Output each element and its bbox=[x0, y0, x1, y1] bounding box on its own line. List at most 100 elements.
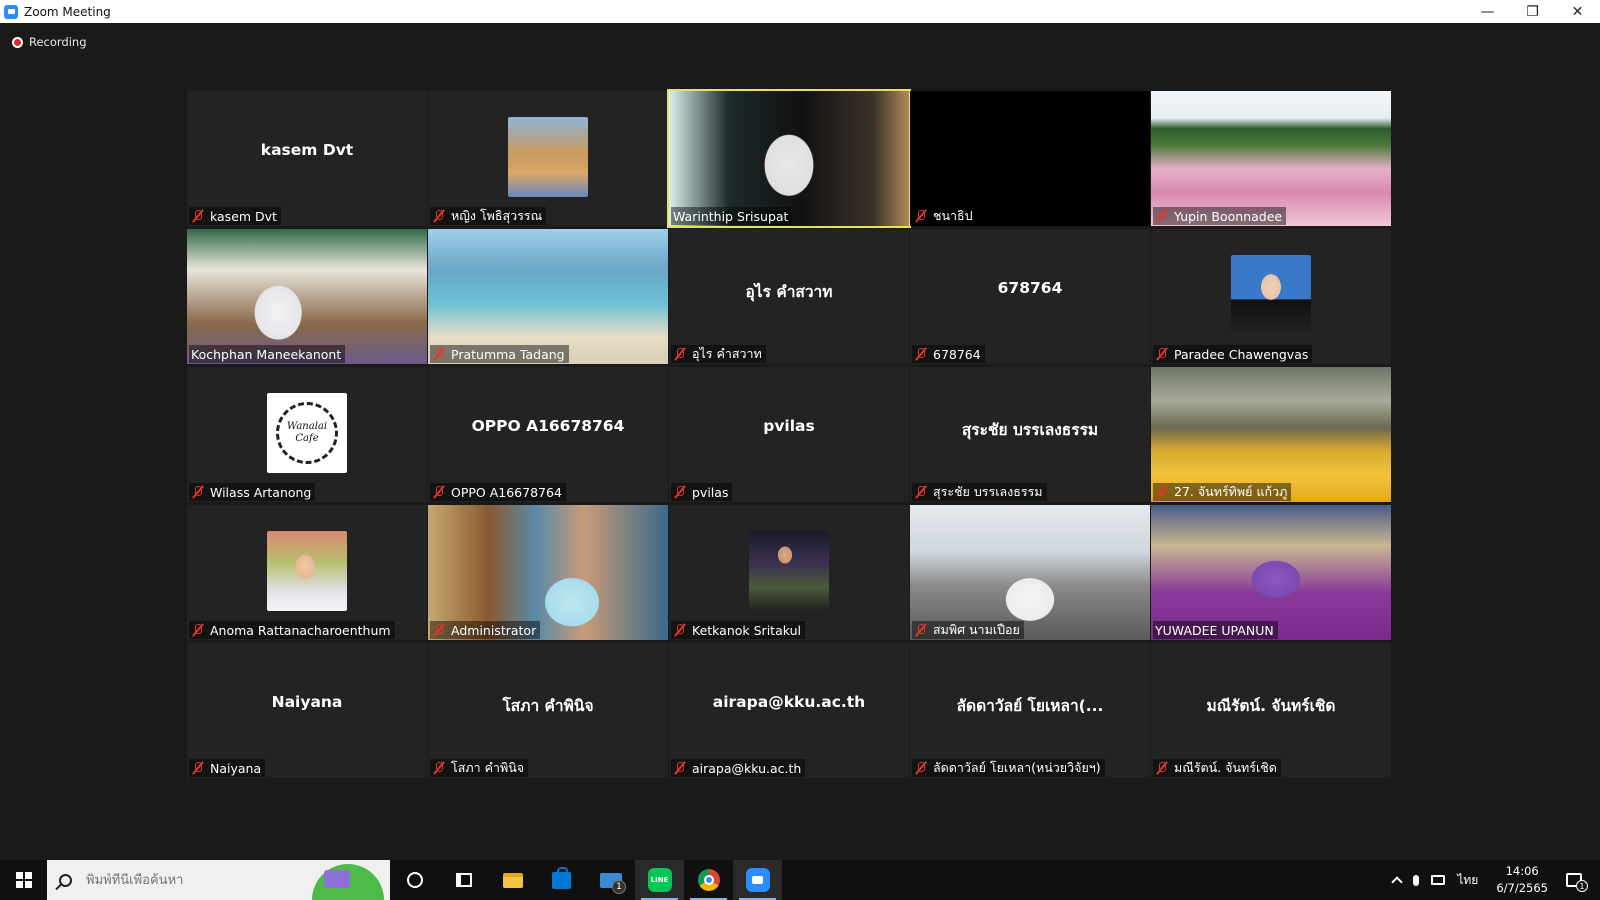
participant-tile[interactable]: โสภา คำพินิจ โสภา คำพินิจ bbox=[428, 643, 668, 778]
participant-name-tag: Administrator bbox=[430, 621, 541, 639]
participant-name-tag: Anoma Rattanacharoenthum bbox=[189, 621, 395, 639]
restore-button[interactable]: ❐ bbox=[1510, 0, 1555, 23]
participant-name: ชนาธิป bbox=[933, 208, 973, 223]
close-button[interactable]: ✕ bbox=[1555, 0, 1600, 23]
microphone-icon bbox=[1413, 874, 1420, 886]
participant-display-name: สุระชัย บรรเลงธรรม bbox=[961, 421, 1099, 439]
participant-tile[interactable]: ลัดดาวัลย์ โยเหลา(... ลัดดาวัลย์ โยเหลา(… bbox=[910, 643, 1150, 778]
participant-tile[interactable]: YUWADEE UPANUN bbox=[1151, 505, 1391, 640]
mail-badge: 1 bbox=[612, 880, 626, 894]
participant-name: Kochphan Maneekanont bbox=[191, 346, 342, 362]
participant-name: Pratumma Tadang bbox=[451, 346, 565, 362]
participant-name: Warinthip Srisupat bbox=[673, 208, 789, 224]
participant-display-name: pvilas bbox=[763, 417, 815, 435]
participant-name-tag: โสภา คำพินิจ bbox=[430, 759, 529, 777]
clock[interactable]: 14:06 6/7/2565 bbox=[1484, 863, 1560, 897]
participant-name-tag: Ketkanok Sritakul bbox=[671, 621, 805, 639]
show-hidden-icons-button[interactable] bbox=[1387, 860, 1407, 900]
zoom-taskbar-button[interactable] bbox=[733, 860, 782, 900]
profile-logo: Wanalai Cafe bbox=[267, 392, 347, 473]
participant-name-tag: Yupin Boonnadee bbox=[1153, 207, 1287, 225]
taskbar: 1 LINE ไทย 14:06 6/7/2565 1 bbox=[0, 860, 1600, 900]
cortana-icon bbox=[406, 872, 423, 888]
start-button[interactable] bbox=[0, 860, 47, 900]
muted-mic-icon bbox=[673, 485, 687, 499]
taskbar-search[interactable] bbox=[47, 860, 390, 900]
participant-name: Anoma Rattanacharoenthum bbox=[210, 622, 391, 638]
window-controls: — ❐ ✕ bbox=[1465, 0, 1600, 23]
participant-name-tag: มณีรัตน์. จันทร์เชิด bbox=[1153, 759, 1281, 777]
participant-tile[interactable]: pvilas pvilas bbox=[669, 367, 909, 502]
participant-name-tag: OPPO A16678764 bbox=[430, 483, 566, 501]
participant-tile[interactable]: Kochphan Maneekanont bbox=[187, 229, 427, 364]
participant-tile[interactable]: อุไร คำสวาท อุไร คำสวาท bbox=[669, 229, 909, 364]
participant-display-name: ลัดดาวัลย์ โยเหลา(... bbox=[956, 697, 1104, 715]
participant-tile[interactable]: Paradee Chawengvas bbox=[1151, 229, 1391, 364]
store-button[interactable] bbox=[537, 860, 586, 900]
muted-mic-icon bbox=[432, 209, 446, 223]
wreath-logo: Wanalai Cafe bbox=[276, 401, 338, 464]
participant-tile[interactable]: 27. จันทร์ทิพย์ แก้วภู bbox=[1151, 367, 1391, 502]
search-input[interactable] bbox=[86, 872, 306, 888]
participant-name-tag: Wilass Artanong bbox=[189, 483, 316, 501]
participant-tile[interactable]: airapa@kku.ac.th airapa@kku.ac.th bbox=[669, 643, 909, 778]
muted-mic-icon bbox=[673, 761, 687, 775]
participant-tile[interactable]: มณีรัตน์. จันทร์เชิด มณีรัตน์. จันทร์เชิ… bbox=[1151, 643, 1391, 778]
participant-tile[interactable]: สุระชัย บรรเลงธรรม สุระชัย บรรเลงธรรม bbox=[910, 367, 1150, 502]
minimize-button[interactable]: — bbox=[1465, 0, 1510, 23]
muted-mic-icon bbox=[1155, 347, 1169, 361]
muted-mic-icon bbox=[1155, 485, 1169, 499]
participant-tile-active-speaker[interactable]: Warinthip Srisupat bbox=[667, 89, 911, 228]
microphone-tray-button[interactable] bbox=[1407, 860, 1425, 900]
participant-tile[interactable]: Naiyana Naiyana bbox=[187, 643, 427, 778]
participant-tile[interactable]: Yupin Boonnadee bbox=[1151, 91, 1391, 226]
muted-mic-icon bbox=[914, 485, 928, 499]
muted-mic-icon bbox=[673, 347, 687, 361]
participant-tile[interactable]: Wanalai Cafe Wilass Artanong bbox=[187, 367, 427, 502]
participant-name: 27. จันทร์ทิพย์ แก้วภู bbox=[1174, 484, 1288, 499]
muted-mic-icon bbox=[191, 209, 205, 223]
profile-photo bbox=[267, 530, 347, 611]
participant-name-tag: อุไร คำสวาท bbox=[671, 345, 766, 363]
task-view-button[interactable] bbox=[439, 860, 488, 900]
network-button[interactable] bbox=[1425, 860, 1451, 900]
participant-name: Paradee Chawengvas bbox=[1174, 346, 1309, 362]
line-icon: LINE bbox=[647, 868, 672, 892]
participant-name-tag: Naiyana bbox=[189, 759, 266, 777]
muted-mic-icon bbox=[914, 623, 928, 637]
participant-tile[interactable]: Anoma Rattanacharoenthum bbox=[187, 505, 427, 640]
participant-tile[interactable]: OPPO A16678764 OPPO A16678764 bbox=[428, 367, 668, 502]
participant-tile[interactable]: Administrator bbox=[428, 505, 668, 640]
mail-button[interactable]: 1 bbox=[586, 860, 635, 900]
recording-indicator[interactable]: Recording bbox=[12, 35, 87, 49]
cortana-button[interactable] bbox=[390, 860, 439, 900]
notification-icon[interactable]: 1 bbox=[1566, 873, 1588, 892]
participant-tile[interactable]: Pratumma Tadang bbox=[428, 229, 668, 364]
line-button[interactable]: LINE bbox=[635, 860, 684, 900]
participant-name: Naiyana bbox=[210, 760, 262, 776]
participant-name-tag: pvilas bbox=[671, 483, 733, 501]
participant-name: ลัดดาวัลย์ โยเหลา(หน่วยวิจัยฯ) bbox=[933, 760, 1101, 775]
file-explorer-button[interactable] bbox=[488, 860, 537, 900]
participant-name: Ketkanok Sritakul bbox=[692, 622, 801, 638]
participant-tile[interactable]: หญิง โพธิสุวรรณ bbox=[428, 91, 668, 226]
muted-mic-icon bbox=[432, 761, 446, 775]
network-icon bbox=[1431, 875, 1446, 885]
participant-tile[interactable]: kasem Dvt kasem Dvt bbox=[187, 91, 427, 226]
window-title: Zoom Meeting bbox=[24, 4, 111, 19]
clock-date: 6/7/2565 bbox=[1496, 881, 1548, 895]
chrome-button[interactable] bbox=[684, 860, 733, 900]
muted-mic-icon bbox=[432, 347, 446, 361]
participant-name: สุระชัย บรรเลงธรรม bbox=[933, 484, 1043, 499]
zoom-icon bbox=[4, 4, 18, 19]
participant-name-tag: Pratumma Tadang bbox=[430, 345, 569, 363]
participant-name: pvilas bbox=[692, 484, 729, 500]
participant-name-tag: ชนาธิป bbox=[912, 207, 977, 225]
language-button[interactable]: ไทย bbox=[1451, 860, 1484, 900]
participant-tile[interactable]: สมพิศ นามเปือย bbox=[910, 505, 1150, 640]
participant-tile[interactable]: 678764 678764 bbox=[910, 229, 1150, 364]
participant-tile[interactable]: Ketkanok Sritakul bbox=[669, 505, 909, 640]
participant-display-name: 678764 bbox=[997, 279, 1063, 297]
participant-name: โสภา คำพินิจ bbox=[451, 760, 525, 775]
participant-tile[interactable]: ชนาธิป bbox=[910, 91, 1150, 226]
